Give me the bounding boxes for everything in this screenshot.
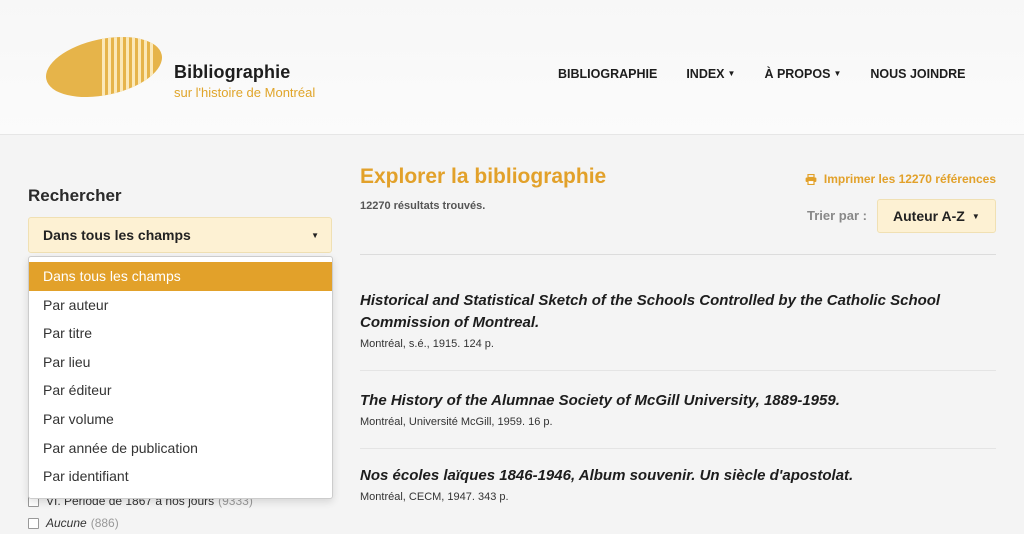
search-field-dropdown: Dans tous les champs Par auteur Par titr… bbox=[28, 256, 333, 499]
result-meta: Montréal, Université McGill, 1959. 16 p. bbox=[360, 416, 553, 428]
divider bbox=[360, 254, 996, 255]
dropdown-option[interactable]: Par volume bbox=[29, 405, 332, 434]
sort-label: Trier par : bbox=[807, 208, 867, 223]
site-header: Bibliographie sur l'histoire de Montréal… bbox=[0, 0, 1024, 135]
search-field-select[interactable]: Dans tous les champs ▼ bbox=[28, 217, 332, 253]
brand-subtitle: sur l'histoire de Montréal bbox=[174, 85, 316, 100]
results-count: 12270 résultats trouvés. bbox=[360, 200, 486, 212]
dropdown-option[interactable]: Par lieu bbox=[29, 348, 332, 377]
nav-index[interactable]: INDEX ▼ bbox=[686, 67, 735, 81]
caret-down-icon: ▼ bbox=[833, 69, 842, 78]
caret-down-icon: ▼ bbox=[311, 231, 319, 240]
result-item: Nos écoles laïques 1846-1946, Album souv… bbox=[360, 465, 996, 503]
sort-value: Auteur A-Z bbox=[893, 208, 965, 224]
divider bbox=[360, 448, 996, 449]
dropdown-option[interactable]: Par identifiant bbox=[29, 462, 332, 491]
brand[interactable]: Bibliographie sur l'histoire de Montréal bbox=[174, 62, 315, 100]
dropdown-option[interactable]: Par année de publication bbox=[29, 434, 332, 463]
sort-select[interactable]: Auteur A-Z ▼ bbox=[877, 199, 996, 233]
main-nav: BIBLIOGRAPHIE INDEX ▼ À PROPOS ▼ NOUS JOIN… bbox=[558, 67, 995, 81]
filter-label: Aucune bbox=[46, 516, 87, 530]
caret-down-icon: ▼ bbox=[971, 212, 980, 221]
page-title: Explorer la bibliographie bbox=[360, 165, 607, 188]
nav-label: NOUS JOINDRE bbox=[870, 67, 966, 81]
printer-icon bbox=[805, 173, 817, 185]
checkbox[interactable] bbox=[28, 517, 39, 529]
nav-label: BIBLIOGRAPHIE bbox=[558, 67, 658, 81]
search-heading: Rechercher bbox=[28, 186, 122, 205]
print-references-link[interactable]: Imprimer les 12270 références bbox=[805, 172, 996, 186]
nav-bibliographie[interactable]: BIBLIOGRAPHIE bbox=[558, 67, 657, 81]
result-meta: Montréal, s.é., 1915. 124 p. bbox=[360, 338, 494, 350]
site-logo[interactable] bbox=[44, 36, 164, 98]
nav-a-propos[interactable]: À PROPOS ▼ bbox=[764, 67, 841, 81]
nav-nous-joindre[interactable]: NOUS JOINDRE bbox=[870, 67, 965, 81]
dropdown-option[interactable]: Par titre bbox=[29, 319, 332, 348]
print-label: Imprimer les 12270 références bbox=[823, 172, 996, 186]
result-title[interactable]: The History of the Alumnae Society of Mc… bbox=[360, 390, 996, 412]
dropdown-option[interactable]: Par auteur bbox=[29, 291, 332, 320]
dropdown-option[interactable]: Par éditeur bbox=[29, 376, 332, 405]
filter-count: (886) bbox=[90, 516, 119, 530]
result-item: Historical and Statistical Sketch of the… bbox=[360, 290, 996, 350]
brand-title: Bibliographie bbox=[174, 62, 291, 82]
search-field-selected: Dans tous les champs bbox=[43, 227, 191, 243]
filter-item[interactable]: Aucune (886) bbox=[28, 512, 253, 534]
dropdown-option[interactable]: Dans tous les champs bbox=[29, 262, 332, 291]
nav-label: INDEX bbox=[686, 67, 725, 81]
nav-label: À PROPOS bbox=[764, 67, 831, 81]
result-meta: Montréal, CECM, 1947. 343 p. bbox=[360, 491, 509, 503]
result-item: The History of the Alumnae Society of Mc… bbox=[360, 390, 996, 428]
result-title[interactable]: Historical and Statistical Sketch of the… bbox=[360, 290, 996, 334]
result-title[interactable]: Nos écoles laïques 1846-1946, Album souv… bbox=[360, 465, 996, 487]
divider bbox=[360, 370, 996, 371]
caret-down-icon: ▼ bbox=[727, 69, 736, 78]
